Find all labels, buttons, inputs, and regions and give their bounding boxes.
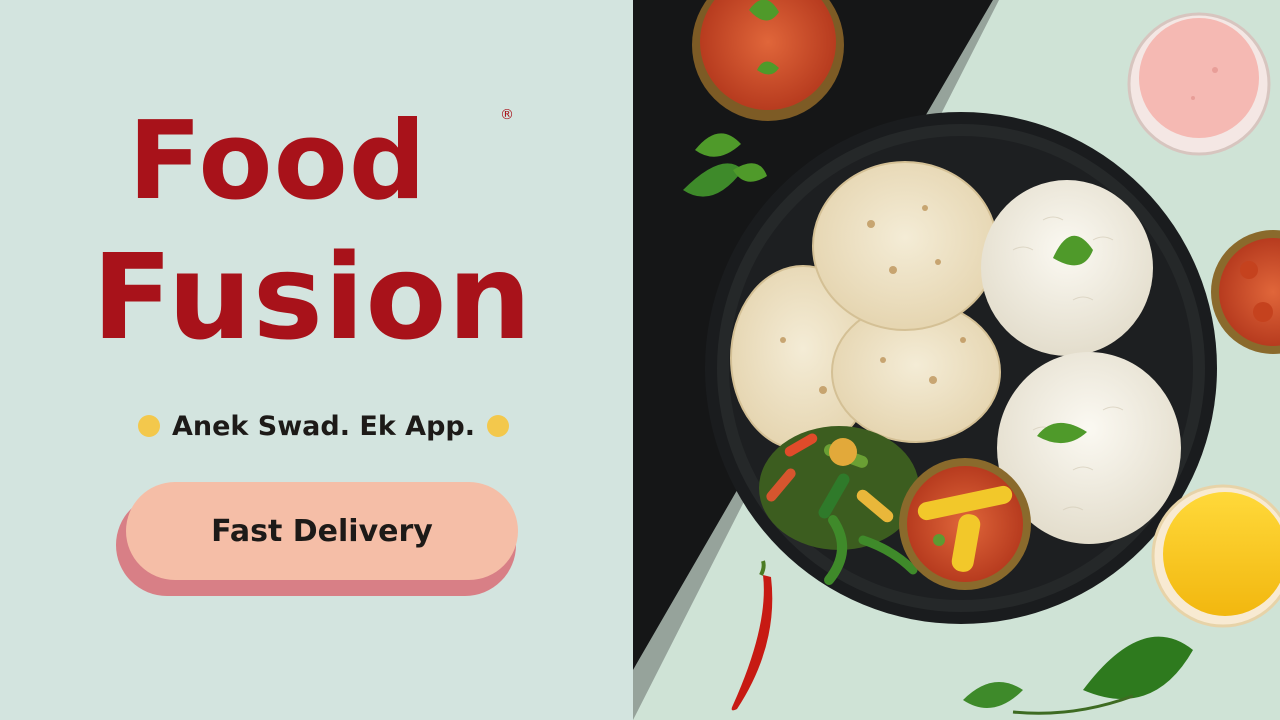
promo-panel: Food ® Fusion Anek Swad. Ek App. Fast De… [0, 0, 633, 720]
brand-title-line-2: Fusion [92, 228, 533, 366]
brand-title-line-1: Food [128, 99, 428, 224]
tagline-dot-right-icon [487, 415, 509, 437]
tagline-text: Anek Swad. Ek App. [172, 410, 475, 442]
tagline: Anek Swad. Ek App. [138, 408, 509, 444]
registered-mark: ® [500, 107, 514, 123]
fast-delivery-button[interactable]: Fast Delivery [126, 482, 518, 580]
food-thali-photo [633, 0, 1280, 720]
tagline-dot-left-icon [138, 415, 160, 437]
